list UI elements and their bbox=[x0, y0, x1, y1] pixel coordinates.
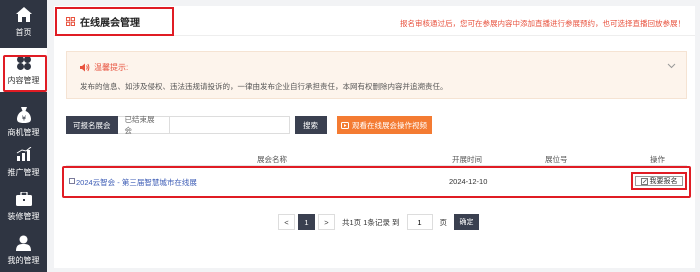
clover-icon bbox=[16, 55, 32, 71]
speaker-icon bbox=[80, 63, 90, 72]
column-header-booth: 展位号 bbox=[545, 155, 568, 164]
table-row: 2024云智会 - 第三届智慧城市在线展 2024-12-10 我要报名 bbox=[66, 168, 687, 196]
search-input[interactable] bbox=[169, 116, 290, 134]
video-icon bbox=[341, 121, 349, 129]
tab-ended-exhibitions[interactable]: 已结束展会 bbox=[117, 115, 170, 135]
search-button[interactable]: 搜索 bbox=[294, 116, 327, 134]
pagination-summary: 共1页 1条记录 到 bbox=[342, 217, 400, 227]
sidebar-item-business[interactable]: ¥ 商机管理 bbox=[0, 100, 47, 144]
exhibition-date: 2024-12-10 bbox=[449, 177, 488, 186]
sidebar-item-content[interactable]: 内容管理 bbox=[0, 48, 47, 92]
sidebar-item-promotion[interactable]: 推广管理 bbox=[0, 140, 47, 184]
current-page-button[interactable]: 1 bbox=[298, 214, 315, 230]
watch-video-label: 观看在线展会操作视频 bbox=[352, 120, 427, 130]
page-unit-label: 页 bbox=[439, 217, 448, 227]
sidebar-item-home[interactable]: 首页 bbox=[0, 0, 47, 44]
register-button-frame: 我要报名 bbox=[631, 172, 687, 190]
page-number-input[interactable] bbox=[406, 214, 433, 230]
sidebar-item-label: 内容管理 bbox=[7, 75, 40, 85]
register-label: 我要报名 bbox=[649, 178, 678, 185]
sidebar: 首页 内容管理 ¥ 商机管理 推广管理 装修管理 我的管理 bbox=[0, 0, 47, 272]
warning-text: 发布的信息、如涉及侵权、违法违规请投诉的，一律由发布企业自行承担责任，本网有权删… bbox=[80, 82, 448, 91]
main-panel: 在线展会管理 报名审核通过后，您可在参展内容中添加直播进行参展预约，也可选择直播… bbox=[54, 6, 695, 268]
table-header: 展会名称 开展时间 展位号 操作 bbox=[66, 152, 687, 166]
exhibition-link[interactable]: 2024云智会 - 第三届智慧城市在线展 bbox=[76, 177, 197, 188]
svg-text:¥: ¥ bbox=[21, 114, 26, 122]
sidebar-item-label: 推广管理 bbox=[7, 167, 40, 177]
page-header: 在线展会管理 报名审核通过后，您可在参展内容中添加直播进行参展预约，也可选择直播… bbox=[54, 6, 695, 36]
sidebar-item-label: 商机管理 bbox=[7, 127, 40, 137]
briefcase-icon bbox=[15, 191, 32, 207]
user-icon bbox=[16, 235, 32, 251]
bar-chart-icon bbox=[16, 147, 32, 163]
tab-open-exhibitions[interactable]: 可报名展会 bbox=[66, 116, 118, 134]
chevron-down-icon[interactable] bbox=[667, 61, 676, 70]
warning-heading-text: 温馨提示: bbox=[94, 63, 129, 72]
go-to-page-button[interactable]: 确定 bbox=[454, 214, 480, 230]
register-button[interactable]: 我要报名 bbox=[635, 176, 683, 186]
prev-page-button[interactable]: < bbox=[278, 214, 295, 230]
sidebar-item-decoration[interactable]: 装修管理 bbox=[0, 184, 47, 228]
watch-video-button[interactable]: 观看在线展会操作视频 bbox=[336, 116, 432, 134]
title-frame: 在线展会管理 bbox=[55, 7, 174, 36]
column-header-action: 操作 bbox=[650, 155, 665, 164]
warning-heading: 温馨提示: bbox=[80, 62, 128, 73]
pagination: < 1 > 共1页 1条记录 到 页 确定 bbox=[278, 214, 480, 230]
warning-panel: 温馨提示: 发布的信息、如涉及侵权、违法违规请投诉的，一律由发布企业自行承担责任… bbox=[66, 51, 687, 99]
next-page-button[interactable]: > bbox=[318, 214, 335, 230]
column-header-date: 开展时间 bbox=[452, 155, 482, 164]
row-checkbox[interactable] bbox=[69, 178, 75, 184]
column-header-name: 展会名称 bbox=[257, 155, 287, 164]
page-title: 在线展会管理 bbox=[80, 18, 140, 29]
filter-bar: 可报名展会 已结束展会 搜索 观看在线展会操作视频 bbox=[66, 115, 432, 135]
edit-icon bbox=[640, 177, 648, 185]
sidebar-item-label: 装修管理 bbox=[7, 211, 40, 221]
home-icon bbox=[15, 7, 32, 23]
exhibition-table: 展会名称 开展时间 展位号 操作 2024云智会 - 第三届智慧城市在线展 20… bbox=[62, 152, 691, 198]
header-notice: 报名审核通过后，您可在参展内容中添加直播进行参展预约，也可选择直播回放参展！ bbox=[400, 19, 685, 28]
money-bag-icon: ¥ bbox=[16, 106, 32, 123]
sidebar-item-label: 首页 bbox=[15, 27, 32, 37]
grid-icon bbox=[66, 17, 76, 27]
sidebar-item-mine[interactable]: 我的管理 bbox=[0, 228, 47, 272]
sidebar-item-label: 我的管理 bbox=[7, 255, 40, 265]
